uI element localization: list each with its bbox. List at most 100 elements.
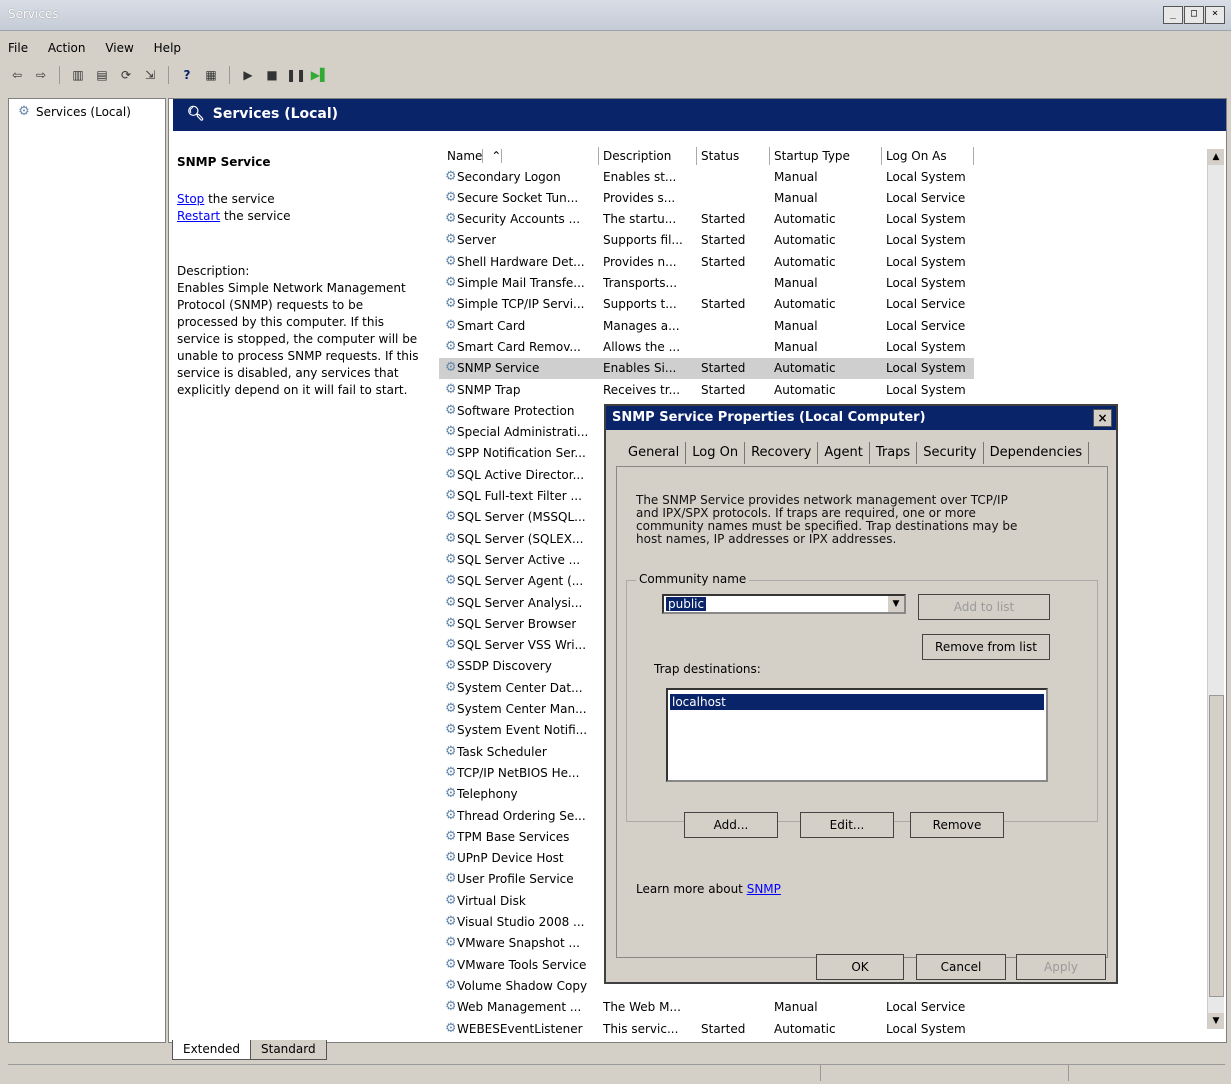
edit-trap-destination-button[interactable]: Edit... xyxy=(800,812,894,838)
table-row[interactable]: ⚙ SNMP Service Enables Si... Started Automat… xyxy=(439,357,974,379)
tree-item-services-local[interactable]: ⚙ Services (Local) xyxy=(17,105,131,120)
table-row[interactable]: ⚙ Security Accounts ... The startu... Start… xyxy=(439,209,974,230)
tab-standard[interactable]: Standard xyxy=(250,1040,327,1060)
forward-icon[interactable]: ⇨ xyxy=(32,66,50,84)
table-row[interactable]: ⚙ Smart Card Manages a... Manual Local Servi… xyxy=(439,315,974,336)
service-gear-icon: ⚙ xyxy=(445,744,455,759)
service-name-cell: ⚙ TPM Base Services xyxy=(439,830,599,844)
service-gear-icon: ⚙ xyxy=(445,254,455,269)
close-icon[interactable]: × xyxy=(1093,409,1112,427)
export-list-icon[interactable]: ⇲ xyxy=(141,66,159,84)
service-name-label: Volume Shadow Copy xyxy=(457,978,588,993)
restart-service-icon[interactable]: ▶▌ xyxy=(311,66,329,84)
service-name-cell: ⚙ SQL Server Active ... xyxy=(439,553,599,567)
vertical-scrollbar[interactable]: ▲ ▼ xyxy=(1207,149,1224,1029)
trap-destinations-list[interactable]: localhost xyxy=(666,688,1048,782)
add-trap-destination-button[interactable]: Add... xyxy=(684,812,778,838)
service-name-cell: ⚙ VMware Tools Service xyxy=(439,958,599,972)
service-gear-icon: ⚙ xyxy=(445,574,455,589)
service-log-on-as-cell: Local Service xyxy=(886,318,966,333)
service-name-label: SQL Server Browser xyxy=(457,616,577,631)
toolbar-separator xyxy=(59,66,60,84)
maximize-icon[interactable]: □ xyxy=(1184,6,1204,24)
menu-help[interactable]: Help xyxy=(146,38,189,58)
stop-service-link[interactable]: Stop xyxy=(177,192,204,206)
minimize-icon[interactable]: _ xyxy=(1163,6,1183,24)
pause-service-icon[interactable]: ❚❚ xyxy=(286,66,306,84)
console-tree: ⚙ Services (Local) xyxy=(8,98,166,1043)
restart-service-link[interactable]: Restart xyxy=(177,209,220,223)
show-hide-tree-icon[interactable]: ▥ xyxy=(69,66,87,84)
service-name-label: SQL Server (SQLEX... xyxy=(457,531,584,546)
start-service-icon[interactable]: ▶ xyxy=(239,66,257,84)
menu-view[interactable]: View xyxy=(97,38,141,58)
ok-button[interactable]: OK xyxy=(816,954,904,980)
tab-agent[interactable]: Agent xyxy=(818,442,870,464)
service-name-label: Web Management ... xyxy=(457,1000,582,1015)
scroll-down-icon[interactable]: ▼ xyxy=(1208,1013,1224,1029)
remove-from-list-button[interactable]: Remove from list xyxy=(922,634,1050,660)
table-row[interactable]: ⚙ Web Management ... The Web M... Manual Loc… xyxy=(439,997,974,1018)
community-name-combobox[interactable]: public ▼ xyxy=(662,594,906,614)
tab-general[interactable]: General xyxy=(622,442,687,464)
service-gear-icon: ⚙ xyxy=(445,787,455,802)
table-row[interactable]: ⚙ Smart Card Remov... Allows the ... Manual… xyxy=(439,336,974,357)
table-row[interactable]: ⚙ SNMP Trap Receives tr... Started Automatic… xyxy=(439,379,974,400)
cancel-button[interactable]: Cancel xyxy=(916,954,1006,980)
trap-destination-item[interactable]: localhost xyxy=(670,694,1044,710)
table-row[interactable]: ⚙ Simple Mail Transfe... Transports... Manu… xyxy=(439,273,974,294)
tab-extended[interactable]: Extended xyxy=(172,1040,251,1060)
properties-icon[interactable]: ▤ xyxy=(93,66,111,84)
service-gear-icon: ⚙ xyxy=(445,936,455,951)
remove-trap-destination-button[interactable]: Remove xyxy=(910,812,1004,838)
column-header-status[interactable]: Status xyxy=(697,147,770,165)
column-header-log-on-as[interactable]: Log On As xyxy=(882,147,974,165)
service-log-on-as-cell: Local System xyxy=(886,382,966,397)
service-gear-icon: ⚙ xyxy=(445,680,455,695)
tab-recovery[interactable]: Recovery xyxy=(745,442,819,464)
snmp-properties-dialog: SNMP Service Properties (Local Computer)… xyxy=(604,404,1118,984)
stop-service-icon[interactable]: ■ xyxy=(263,66,281,84)
scroll-thumb[interactable] xyxy=(1209,695,1224,997)
service-name-label: SNMP Service xyxy=(457,361,540,376)
service-gear-icon: ⚙ xyxy=(445,723,455,738)
service-name-label: WEBESEventListener xyxy=(457,1021,583,1036)
table-row[interactable]: ⚙ Simple TCP/IP Servi... Supports t... Star… xyxy=(439,294,974,315)
mmc-icon[interactable]: ▦ xyxy=(202,66,220,84)
close-icon[interactable]: × xyxy=(1205,6,1225,24)
snmp-help-link[interactable]: SNMP xyxy=(747,882,781,896)
tab-dependencies[interactable]: Dependencies xyxy=(984,442,1090,464)
service-log-on-as-cell: Local Service xyxy=(886,297,966,312)
menu-action[interactable]: Action xyxy=(40,38,94,58)
column-header-startup-type[interactable]: Startup Type xyxy=(770,147,882,165)
table-row[interactable]: ⚙ WEBESEventListener This servic... Started… xyxy=(439,1018,974,1039)
service-log-on-as-cell: Local System xyxy=(886,1021,966,1036)
tab-log-on[interactable]: Log On xyxy=(686,442,746,464)
menu-file[interactable]: File xyxy=(0,38,36,58)
service-log-on-as-cell: Local System xyxy=(886,361,966,376)
table-row[interactable]: ⚙ Server Supports fil... Started Automatic Lo… xyxy=(439,230,974,251)
description-label: Description: xyxy=(177,264,250,278)
column-header-description[interactable]: Description xyxy=(599,147,697,165)
service-name-cell: ⚙ Server xyxy=(439,233,599,247)
column-header-name[interactable]: Name ⌃ xyxy=(439,147,599,165)
tab-security[interactable]: Security xyxy=(917,442,984,464)
back-icon[interactable]: ⇦ xyxy=(8,66,26,84)
add-to-list-button[interactable]: Add to list xyxy=(918,594,1050,620)
service-name-cell: ⚙ Thread Ordering Se... xyxy=(439,809,599,823)
service-name-label: Smart Card xyxy=(457,318,526,333)
refresh-icon[interactable]: ⟳ xyxy=(117,66,135,84)
service-name-cell: ⚙ Simple TCP/IP Servi... xyxy=(439,297,599,311)
apply-button[interactable]: Apply xyxy=(1016,954,1106,980)
table-row[interactable]: ⚙ Secondary Logon Enables st... Manual Local… xyxy=(439,166,974,187)
pane-header: 🔍︎ Services (Local) xyxy=(173,99,1226,131)
service-name-label: System Center Man... xyxy=(457,702,587,716)
service-description-cell: Transports... xyxy=(603,276,678,290)
chevron-down-icon[interactable]: ▼ xyxy=(888,596,904,612)
scroll-up-icon[interactable]: ▲ xyxy=(1208,149,1224,165)
service-description-cell: Manages a... xyxy=(603,318,680,333)
tab-traps[interactable]: Traps xyxy=(869,442,918,464)
help-icon[interactable]: ? xyxy=(178,66,196,84)
table-row[interactable]: ⚙ Shell Hardware Det... Provides n... Start… xyxy=(439,251,974,272)
table-row[interactable]: ⚙ Secure Socket Tun... Provides s... Manual… xyxy=(439,187,974,208)
